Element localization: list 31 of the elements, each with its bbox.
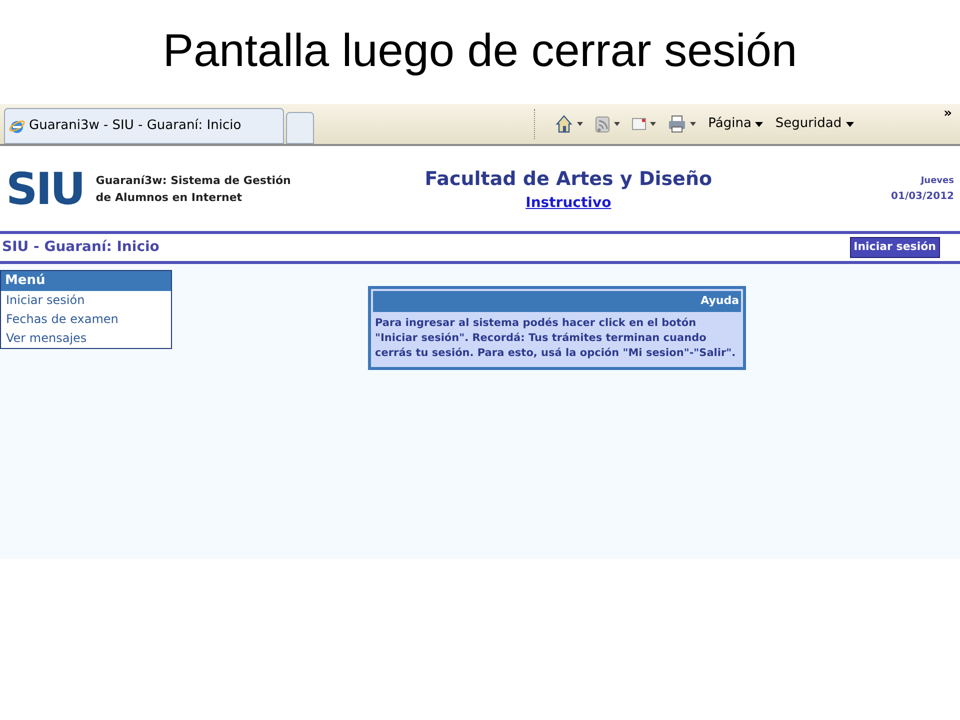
toolbar-menu[interactable]: Página [708, 114, 764, 134]
toolbar-overflow[interactable]: » [944, 104, 960, 124]
menu-item[interactable]: Fechas de examen [6, 310, 166, 328]
system-name: de Alumnos en Internet [96, 190, 244, 206]
login-button[interactable]: Iniciar sesión [850, 237, 940, 258]
printer-icon[interactable] [668, 115, 686, 133]
browser-tab[interactable]: Guarani3w - SIU - Guaraní: Inicio [4, 108, 284, 144]
dropdown-icon [690, 122, 696, 126]
faculty-title: Facultad de Artes y Diseño [424, 166, 712, 192]
dropdown-icon [846, 122, 854, 126]
weekday: Jueves [920, 175, 954, 188]
page-heading: SIU - Guaraní: Inicio [2, 238, 160, 257]
feed-icon[interactable] [595, 116, 610, 132]
help-header: Ayuda [373, 291, 741, 312]
siu-logo: SIU [6, 168, 84, 212]
help-text: Para ingresar al sistema podés hacer click en el botón "Iniciar sesión". Recordá: Tus trámites terminan cuando cerrás tu sesión. Para esto, usá la opción "Mi sesion"-"Salir". [374, 316, 737, 360]
slide-title: Pantalla luego de cerrar sesión [162, 23, 798, 78]
toolbar-menu[interactable]: Seguridad [775, 114, 854, 134]
menu-item[interactable]: Iniciar sesión [6, 290, 166, 310]
dropdown-icon [755, 122, 764, 126]
dropdown-icon [650, 122, 656, 126]
mail-icon[interactable] [632, 118, 646, 130]
dropdown-icon [577, 122, 584, 126]
date: 01/03/2012 [891, 190, 954, 204]
tab-title: Guarani3w - SIU - Guaraní: Inicio [29, 117, 242, 136]
instructivo-link[interactable]: Instructivo [526, 193, 612, 214]
menu-header: Menú [1, 271, 171, 290]
home-icon[interactable] [555, 114, 574, 134]
system-name: Guaraní3w: Sistema de Gestión [96, 173, 292, 189]
menu-item[interactable]: Ver mensajes [6, 328, 166, 348]
dropdown-icon [614, 122, 620, 126]
